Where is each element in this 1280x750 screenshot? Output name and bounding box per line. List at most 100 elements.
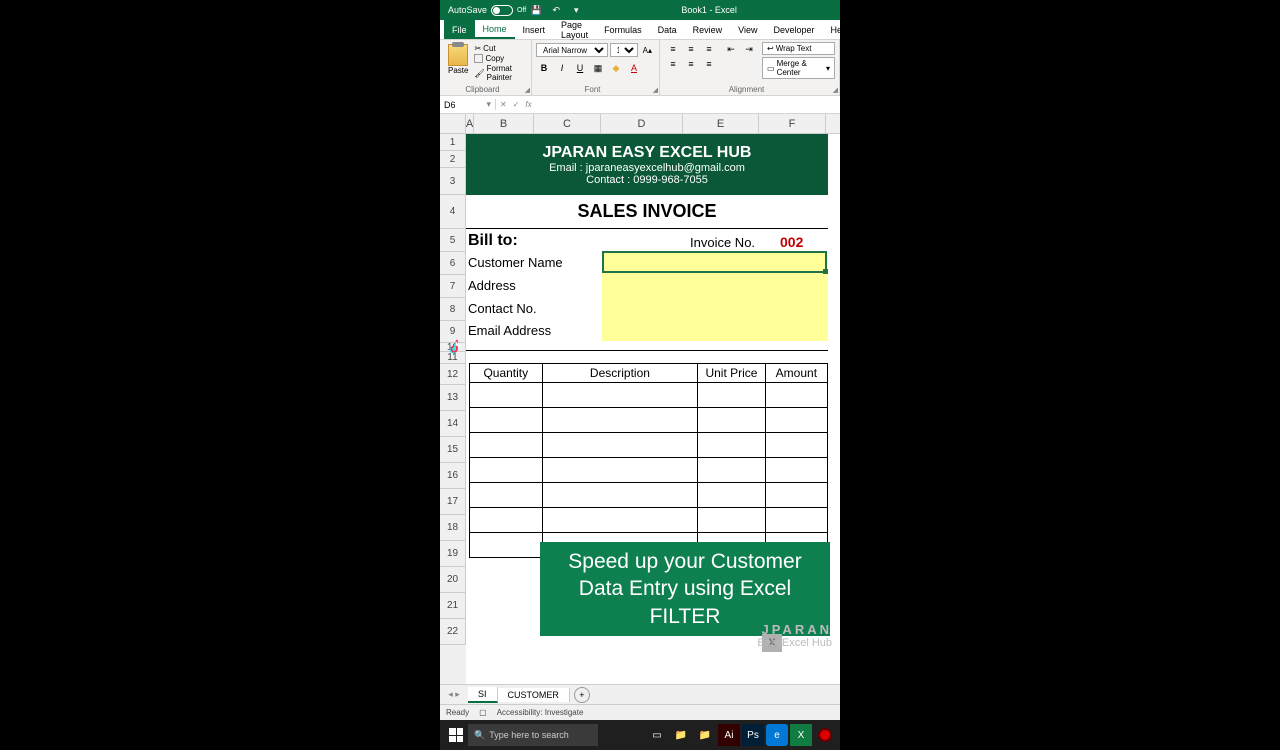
border-button[interactable]: ▦: [590, 60, 606, 76]
table-row[interactable]: [470, 508, 828, 533]
row-15[interactable]: 15: [440, 437, 466, 463]
redo-icon[interactable]: ▾: [569, 3, 583, 17]
underline-button[interactable]: U: [572, 60, 588, 76]
align-center-icon[interactable]: ≡: [682, 57, 700, 71]
excel-icon[interactable]: X: [790, 724, 812, 746]
row-8[interactable]: 8: [440, 298, 466, 321]
italic-button[interactable]: I: [554, 60, 570, 76]
row-14[interactable]: 14: [440, 411, 466, 437]
fx-icon[interactable]: fx: [525, 100, 531, 109]
tab-insert[interactable]: Insert: [515, 20, 554, 39]
col-e[interactable]: E: [683, 114, 759, 133]
tab-developer[interactable]: Developer: [765, 20, 822, 39]
tab-formulas[interactable]: Formulas: [596, 20, 650, 39]
tab-help[interactable]: Help: [823, 20, 858, 39]
align-middle-icon[interactable]: ≡: [682, 42, 700, 56]
col-d[interactable]: D: [601, 114, 683, 133]
sheet-tab-si[interactable]: SI: [468, 687, 498, 703]
row-5[interactable]: 5: [440, 229, 466, 252]
row-4[interactable]: 4: [440, 195, 466, 229]
row-17[interactable]: 17: [440, 489, 466, 515]
search-input[interactable]: 🔍Type here to search: [468, 724, 598, 746]
sheet-content[interactable]: JPARAN EASY EXCEL HUB Email : jparaneasy…: [466, 134, 840, 684]
increase-indent-icon[interactable]: ⇥: [740, 42, 758, 56]
illustrator-icon[interactable]: Ai: [718, 724, 740, 746]
tiktok-icon: [445, 338, 467, 360]
font-color-button[interactable]: A: [626, 60, 642, 76]
sheet-nav-icon[interactable]: ◂ ▸: [440, 689, 468, 700]
bold-button[interactable]: B: [536, 60, 552, 76]
tab-view[interactable]: View: [730, 20, 765, 39]
tab-home[interactable]: Home: [475, 20, 515, 39]
selected-cell[interactable]: ✦: [602, 251, 827, 273]
increase-font-icon[interactable]: A▴: [640, 42, 655, 58]
table-row[interactable]: [470, 433, 828, 458]
folder-icon[interactable]: 📁: [694, 724, 716, 746]
photoshop-icon[interactable]: Ps: [742, 724, 764, 746]
wrap-text-button[interactable]: ↩Wrap Text: [762, 42, 835, 55]
copy-button[interactable]: Copy: [474, 54, 527, 63]
align-bottom-icon[interactable]: ≡: [700, 42, 718, 56]
row-3[interactable]: 3: [440, 168, 466, 195]
taskview-icon[interactable]: ▭: [646, 724, 668, 746]
col-a[interactable]: A: [466, 114, 474, 133]
row-1[interactable]: 1: [440, 134, 466, 151]
start-button[interactable]: [444, 723, 468, 747]
col-f[interactable]: F: [759, 114, 826, 133]
alignment-launcher[interactable]: ◢: [833, 86, 838, 94]
align-right-icon[interactable]: ≡: [700, 57, 718, 71]
explorer-icon[interactable]: 📁: [670, 724, 692, 746]
align-top-icon[interactable]: ≡: [664, 42, 682, 56]
align-left-icon[interactable]: ≡: [664, 57, 682, 71]
add-sheet-button[interactable]: +: [574, 687, 590, 703]
tab-file[interactable]: File: [444, 20, 475, 39]
select-all-corner[interactable]: [440, 114, 466, 133]
row-20[interactable]: 20: [440, 567, 466, 593]
table-row[interactable]: [470, 458, 828, 483]
accessibility-status[interactable]: Accessibility: Investigate: [497, 708, 584, 717]
clipboard-launcher[interactable]: ◢: [525, 86, 530, 94]
name-box[interactable]: D6▾: [440, 99, 496, 110]
row-18[interactable]: 18: [440, 515, 466, 541]
row-2[interactable]: 2: [440, 151, 466, 168]
tab-pagelayout[interactable]: Page Layout: [553, 20, 596, 39]
row-7[interactable]: 7: [440, 275, 466, 298]
font-launcher[interactable]: ◢: [653, 86, 658, 94]
sheet-tab-customer[interactable]: CUSTOMER: [498, 688, 570, 702]
merge-center-button[interactable]: ▭Merge & Center▾: [762, 57, 835, 79]
macro-icon[interactable]: ▢: [479, 708, 487, 717]
row-12[interactable]: 12: [440, 364, 466, 385]
enter-icon[interactable]: ✓: [513, 100, 520, 109]
row-16[interactable]: 16: [440, 463, 466, 489]
tab-review[interactable]: Review: [685, 20, 731, 39]
windows-icon: [449, 728, 463, 742]
table-row[interactable]: [470, 383, 828, 408]
font-size-select[interactable]: 10: [610, 43, 638, 57]
save-icon[interactable]: 💾: [529, 3, 543, 17]
fill-color-button[interactable]: ◆: [608, 60, 624, 76]
row-6[interactable]: 6: [440, 252, 466, 275]
col-description: Description: [542, 364, 698, 383]
decrease-indent-icon[interactable]: ⇤: [722, 42, 740, 56]
cancel-icon[interactable]: ✕: [500, 100, 507, 109]
col-b[interactable]: B: [474, 114, 534, 133]
fill-handle[interactable]: [823, 269, 828, 274]
cut-button[interactable]: ✂Cut: [474, 44, 527, 53]
autosave-toggle[interactable]: AutoSave Off: [448, 5, 526, 16]
record-icon[interactable]: [814, 724, 836, 746]
col-c[interactable]: C: [534, 114, 601, 133]
undo-icon[interactable]: ↶: [549, 3, 563, 17]
company-contact: Contact : 0999-968-7055: [586, 174, 708, 186]
row-19[interactable]: 19: [440, 541, 466, 567]
paste-button[interactable]: Paste: [444, 42, 472, 82]
row-21[interactable]: 21: [440, 593, 466, 619]
row-22[interactable]: 22: [440, 619, 466, 645]
table-row[interactable]: [470, 408, 828, 433]
table-row[interactable]: [470, 483, 828, 508]
font-name-select[interactable]: Arial Narrow: [536, 43, 608, 57]
format-painter-button[interactable]: 🖌Format Painter: [474, 64, 527, 82]
edge-icon[interactable]: e: [766, 724, 788, 746]
tab-data[interactable]: Data: [650, 20, 685, 39]
row-13[interactable]: 13: [440, 385, 466, 411]
brush-icon: 🖌: [474, 69, 484, 78]
